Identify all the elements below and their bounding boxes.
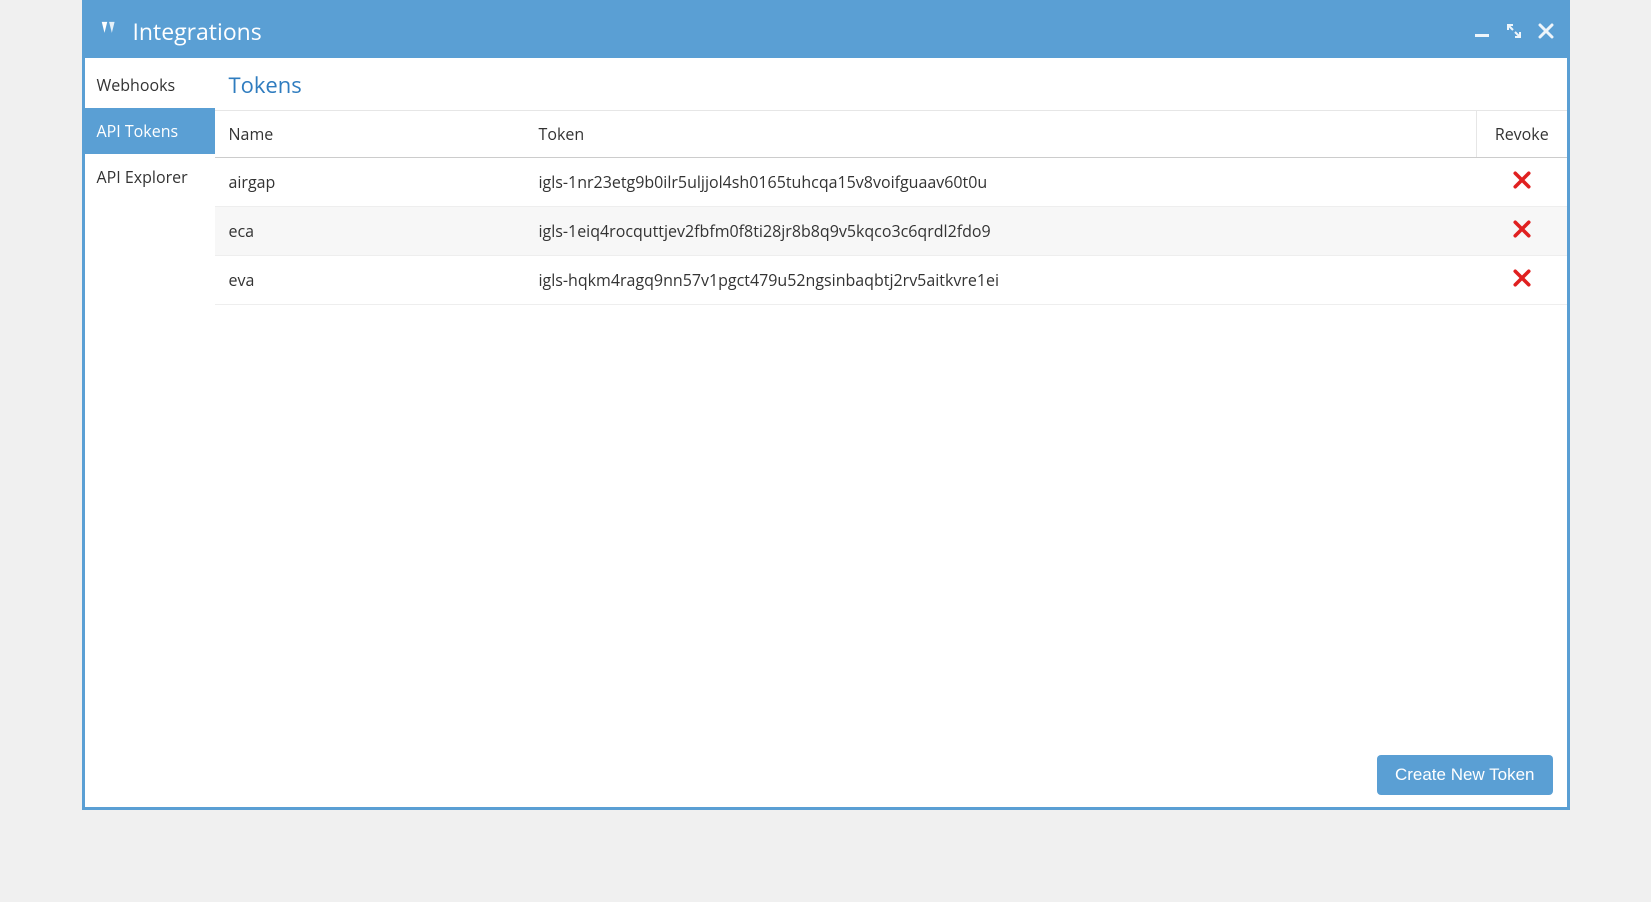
table-row: eva igls-hqkm4ragq9nn57v1pgct479u52ngsin… bbox=[215, 256, 1567, 305]
revoke-icon[interactable] bbox=[1512, 268, 1532, 288]
table-header-row: Name Token Revoke bbox=[215, 111, 1567, 158]
cell-revoke bbox=[1477, 207, 1567, 256]
integrations-window: Integrations Webhoo bbox=[82, 0, 1570, 810]
tokens-table: Name Token Revoke airgap igls-1nr23etg9b… bbox=[215, 110, 1567, 305]
revoke-icon[interactable] bbox=[1512, 170, 1532, 190]
sidebar-item-webhooks[interactable]: Webhooks bbox=[85, 62, 215, 108]
titlebar: Integrations bbox=[85, 3, 1567, 58]
cell-name: eca bbox=[215, 207, 525, 256]
window-body: Webhooks API Tokens API Explorer Tokens … bbox=[85, 58, 1567, 807]
revoke-icon[interactable] bbox=[1512, 219, 1532, 239]
col-header-name: Name bbox=[215, 111, 525, 158]
minimize-icon[interactable] bbox=[1473, 22, 1491, 40]
cell-revoke bbox=[1477, 256, 1567, 305]
close-icon[interactable] bbox=[1537, 22, 1555, 40]
sidebar: Webhooks API Tokens API Explorer bbox=[85, 58, 215, 807]
section-title: Tokens bbox=[215, 58, 1567, 110]
window-title: Integrations bbox=[133, 15, 1473, 47]
cell-token: igls-1nr23etg9b0ilr5uljjol4sh0165tuhcqa1… bbox=[525, 158, 1477, 207]
sidebar-item-api-tokens[interactable]: API Tokens bbox=[85, 108, 215, 154]
footer: Create New Token bbox=[215, 745, 1567, 807]
table-row: eca igls-1eiq4rocquttjev2fbfm0f8ti28jr8b… bbox=[215, 207, 1567, 256]
cell-revoke bbox=[1477, 158, 1567, 207]
col-header-revoke: Revoke bbox=[1477, 111, 1567, 158]
col-header-token: Token bbox=[525, 111, 1477, 158]
create-new-token-button[interactable]: Create New Token bbox=[1377, 755, 1553, 795]
cell-token: igls-hqkm4ragq9nn57v1pgct479u52ngsinbaqb… bbox=[525, 256, 1477, 305]
window-controls bbox=[1473, 22, 1555, 40]
sidebar-item-api-explorer[interactable]: API Explorer bbox=[85, 154, 215, 200]
main-panel: Tokens Name Token Revoke airgap igls-1nr… bbox=[215, 58, 1567, 807]
maximize-icon[interactable] bbox=[1505, 22, 1523, 40]
cell-token: igls-1eiq4rocquttjev2fbfm0f8ti28jr8b8q9v… bbox=[525, 207, 1477, 256]
table-row: airgap igls-1nr23etg9b0ilr5uljjol4sh0165… bbox=[215, 158, 1567, 207]
app-logo-icon bbox=[97, 18, 123, 44]
cell-name: eva bbox=[215, 256, 525, 305]
cell-name: airgap bbox=[215, 158, 525, 207]
